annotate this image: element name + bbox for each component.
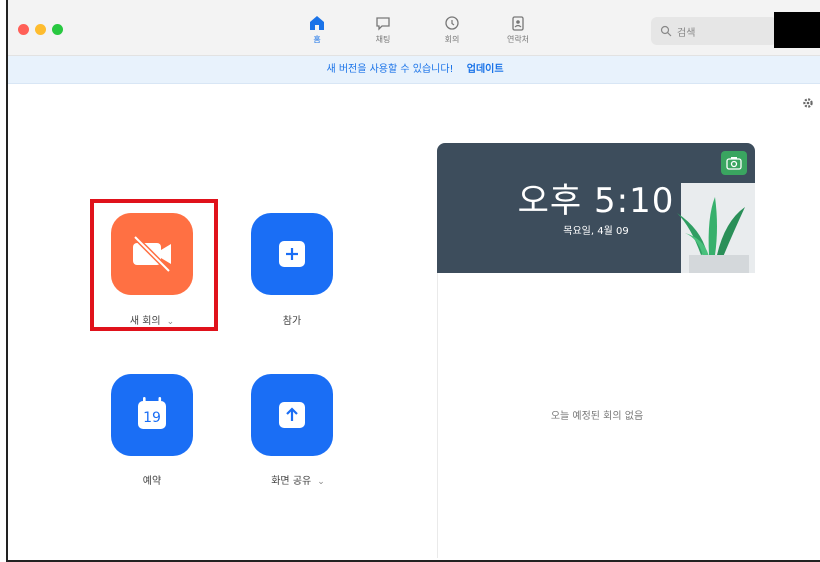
nav-chat-label: 채팅 xyxy=(375,35,391,44)
clock-date: 목요일, 4월 09 xyxy=(563,226,629,237)
join-label[interactable]: 참가 xyxy=(232,312,352,327)
calendar-icon: 19 xyxy=(138,397,166,429)
share-screen-icon xyxy=(279,402,305,428)
plus-icon xyxy=(279,241,305,267)
nav-contacts[interactable]: 연락처 xyxy=(496,14,540,45)
update-banner: 새 버전을 사용할 수 있습니다! 업데이트 xyxy=(8,56,820,84)
share-screen-button[interactable] xyxy=(251,374,333,456)
share-screen-text: 화면 공유 xyxy=(271,476,312,487)
search-input[interactable]: 검색 xyxy=(651,17,777,45)
redacted-area xyxy=(774,12,820,48)
nav-home-label: 홈 xyxy=(313,35,321,44)
contacts-icon xyxy=(512,16,524,31)
change-background-button[interactable] xyxy=(721,151,747,175)
nav-meetings[interactable]: 회의 xyxy=(430,14,474,45)
update-message: 새 버전을 사용할 수 있습니다! xyxy=(326,64,454,75)
schedule-label[interactable]: 예약 xyxy=(92,472,212,487)
clock-card: 오후 5:10 목요일, 4월 09 xyxy=(437,143,755,273)
clock-icon xyxy=(445,16,459,30)
update-link[interactable]: 업데이트 xyxy=(467,64,504,75)
camera-icon xyxy=(726,157,742,170)
highlight-box xyxy=(90,199,218,331)
join-button[interactable] xyxy=(251,213,333,295)
search-placeholder: 검색 xyxy=(677,28,696,39)
chat-icon xyxy=(376,17,390,31)
zoom-window: 홈 채팅 회의 연락처 검색 새 버전을 사용할 수 있습니다! 업데이트 새 … xyxy=(6,0,820,562)
nav-contacts-label: 연락처 xyxy=(506,35,530,44)
settings-gear-icon[interactable] xyxy=(802,97,814,109)
calendar-day: 19 xyxy=(143,410,161,426)
clock-time: 오후 5:10 xyxy=(517,181,675,221)
close-window-button[interactable] xyxy=(18,24,29,35)
no-meetings-text: 오늘 예정된 회의 없음 xyxy=(550,411,644,422)
minimize-window-button[interactable] xyxy=(35,24,46,35)
search-icon xyxy=(660,25,672,37)
zoom-window-button[interactable] xyxy=(52,24,63,35)
chevron-down-icon[interactable]: ⌄ xyxy=(317,477,325,487)
home-icon xyxy=(310,16,324,30)
nav-home[interactable]: 홈 xyxy=(295,14,339,45)
nav-meetings-label: 회의 xyxy=(444,35,460,44)
upcoming-meetings-panel: 오늘 예정된 회의 없음 xyxy=(437,273,755,558)
title-bar: 홈 채팅 회의 연락처 검색 xyxy=(8,0,820,56)
schedule-button[interactable]: 19 xyxy=(111,374,193,456)
nav-chat[interactable]: 채팅 xyxy=(361,14,405,45)
share-screen-label[interactable]: 화면 공유 ⌄ xyxy=(238,472,358,487)
